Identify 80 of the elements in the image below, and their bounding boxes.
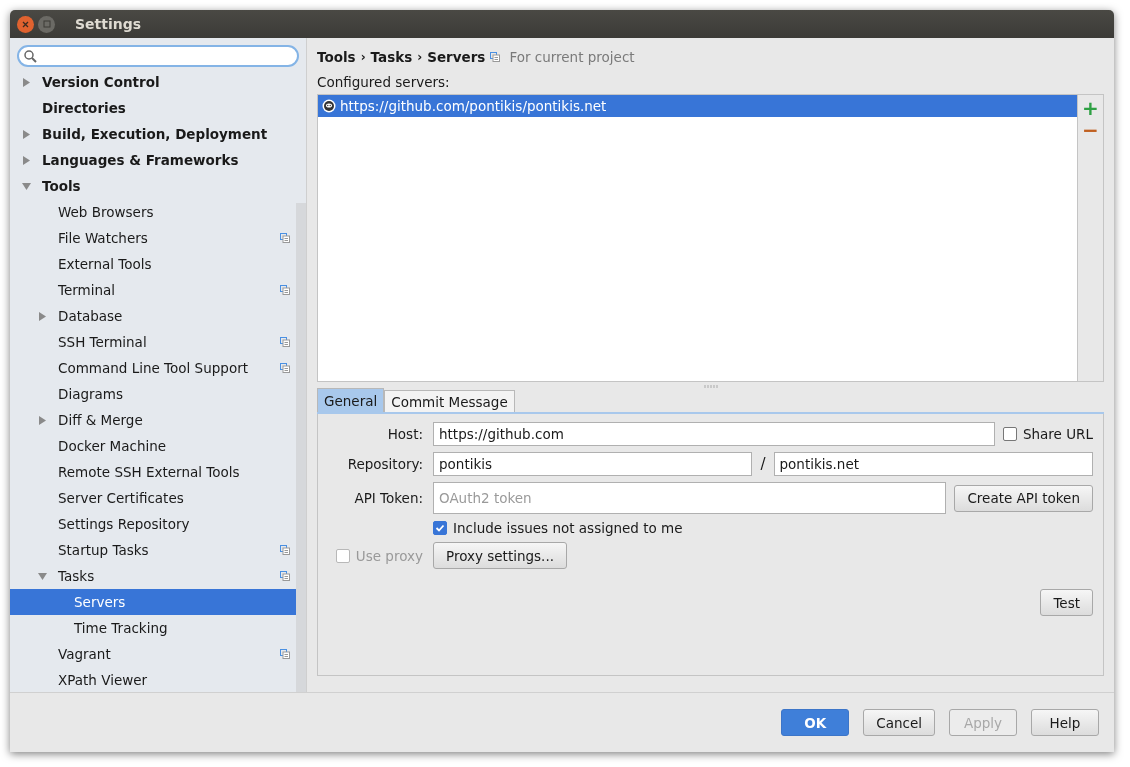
tree-item[interactable]: Terminal	[10, 277, 296, 303]
close-button[interactable]	[17, 15, 34, 33]
use-proxy-label: Use proxy	[355, 547, 423, 564]
tree-item[interactable]: Startup Tasks	[10, 537, 296, 563]
server-url: https://github.com/pontikis/pontikis.net	[340, 98, 607, 114]
tree-item[interactable]: Tasks	[10, 563, 296, 589]
host-input[interactable]: https://github.com	[433, 422, 995, 446]
dialog-button[interactable]: OK	[781, 709, 850, 736]
api-token-label: API Token:	[353, 490, 423, 506]
collapsed-arrow-icon[interactable]	[38, 415, 47, 425]
tree-item[interactable]: XPath Viewer	[10, 667, 296, 693]
tree-item[interactable]: Settings Repository	[10, 511, 296, 537]
repository-owner-input[interactable]: pontikis	[433, 452, 753, 476]
tree-item[interactable]: Web Browsers	[10, 199, 296, 225]
project-scope-icon	[280, 363, 290, 373]
server-item[interactable]: https://github.com/pontikis/pontikis.net	[318, 95, 1077, 117]
dialog-button[interactable]: Cancel	[863, 709, 935, 736]
tree-item[interactable]: SSH Terminal	[10, 329, 296, 355]
breadcrumb-item: Servers	[427, 49, 486, 65]
tree-item[interactable]: Server Certificates	[10, 485, 296, 511]
collapsed-arrow-icon[interactable]	[38, 311, 47, 321]
breadcrumb-separator: ›	[417, 50, 423, 64]
tab[interactable]: General	[317, 388, 385, 412]
scrollbar[interactable]	[296, 203, 306, 692]
octocat-icon	[322, 99, 336, 113]
tree-item[interactable]: Docker Machine	[10, 433, 296, 459]
tree-item[interactable]: Time Tracking	[10, 615, 296, 641]
project-scope-icon	[280, 571, 290, 581]
project-scope-icon	[490, 52, 501, 62]
maximize-icon	[42, 20, 51, 28]
maximize-button[interactable]	[38, 15, 55, 33]
expanded-arrow-icon[interactable]	[38, 571, 47, 581]
breadcrumb-item: Tasks	[370, 49, 413, 65]
window-title: Settings	[75, 16, 142, 32]
servers-label: Configured servers:	[317, 74, 450, 90]
tree-item[interactable]: Diagrams	[10, 381, 296, 407]
share-url-checkbox[interactable]	[1002, 427, 1017, 441]
breadcrumb-item: Tools	[317, 49, 356, 65]
tree-item[interactable]: Remote SSH External Tools	[10, 459, 296, 485]
expanded-arrow-icon[interactable]	[22, 181, 31, 191]
tree-item[interactable]: Vagrant	[10, 641, 296, 667]
breadcrumb-separator: ›	[360, 50, 366, 64]
project-scope-icon	[280, 649, 290, 659]
project-scope-icon	[280, 337, 290, 347]
host-label: Host:	[386, 426, 423, 442]
include-issues-label: Include issues not assigned to me	[453, 520, 683, 536]
tree-item[interactable]: Languages & Frameworks	[10, 147, 296, 173]
create-api-token-button[interactable]: Create API token	[954, 484, 1093, 512]
tree-item[interactable]: File Watchers	[10, 225, 296, 251]
tree-item[interactable]: Diff & Merge	[10, 407, 296, 433]
project-scope-icon	[280, 545, 290, 555]
checkmark-icon	[435, 523, 445, 533]
dialog-button[interactable]: Help	[1031, 709, 1099, 736]
project-scope-icon	[280, 233, 290, 243]
path-separator: /	[760, 455, 766, 473]
tree-item[interactable]: Database	[10, 303, 296, 329]
api-token-input[interactable]: OAuth2 token	[433, 482, 947, 514]
tree-item[interactable]: Directories	[10, 95, 296, 121]
share-url-label: Share URL	[1022, 426, 1093, 442]
tree-item[interactable]: External Tools	[10, 251, 296, 277]
collapsed-arrow-icon[interactable]	[22, 77, 31, 87]
project-scope-icon	[280, 285, 290, 295]
collapsed-arrow-icon[interactable]	[22, 155, 31, 165]
tree-item[interactable]: Servers	[10, 589, 296, 615]
tree-item[interactable]: Build, Execution, Deployment	[10, 121, 296, 147]
tab[interactable]: Commit Message	[384, 390, 515, 412]
tree-item[interactable]: Tools	[10, 173, 296, 199]
search-icon	[24, 49, 37, 63]
scope-note: For current project	[509, 49, 635, 65]
proxy-settings-button[interactable]: Proxy settings...	[433, 542, 567, 569]
repository-name-input[interactable]: pontikis.net	[773, 452, 1093, 476]
tree-item[interactable]: Version Control	[10, 69, 296, 95]
remove-button[interactable]: −	[1082, 119, 1099, 141]
collapsed-arrow-icon[interactable]	[22, 129, 31, 139]
tree-item[interactable]: Command Line Tool Support	[10, 355, 296, 381]
repository-label: Repository:	[346, 456, 423, 472]
search-field[interactable]	[17, 45, 299, 67]
test-button[interactable]: Test	[1040, 589, 1093, 616]
close-icon	[22, 20, 29, 28]
include-issues-checkbox[interactable]	[433, 521, 447, 535]
